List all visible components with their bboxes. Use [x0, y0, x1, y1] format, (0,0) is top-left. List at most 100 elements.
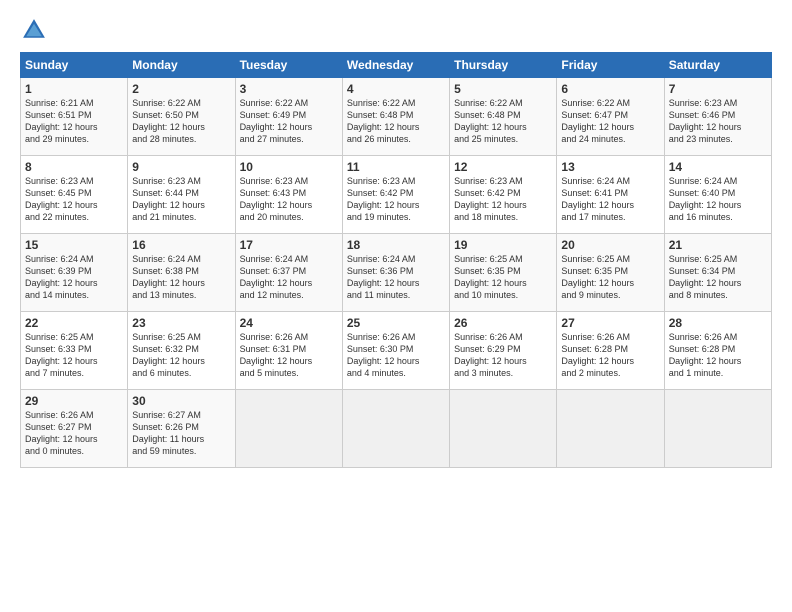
table-row: 8Sunrise: 6:23 AM Sunset: 6:45 PM Daylig…: [21, 156, 128, 234]
day-detail: Sunrise: 6:25 AM Sunset: 6:32 PM Dayligh…: [132, 331, 230, 380]
table-header-row: SundayMondayTuesdayWednesdayThursdayFrid…: [21, 53, 772, 78]
calendar-week-row: 22Sunrise: 6:25 AM Sunset: 6:33 PM Dayli…: [21, 312, 772, 390]
table-row: 4Sunrise: 6:22 AM Sunset: 6:48 PM Daylig…: [342, 78, 449, 156]
day-detail: Sunrise: 6:22 AM Sunset: 6:48 PM Dayligh…: [347, 97, 445, 146]
day-number: 7: [669, 82, 767, 96]
col-header-friday: Friday: [557, 53, 664, 78]
day-detail: Sunrise: 6:26 AM Sunset: 6:28 PM Dayligh…: [561, 331, 659, 380]
table-row: 23Sunrise: 6:25 AM Sunset: 6:32 PM Dayli…: [128, 312, 235, 390]
calendar-week-row: 29Sunrise: 6:26 AM Sunset: 6:27 PM Dayli…: [21, 390, 772, 468]
day-detail: Sunrise: 6:22 AM Sunset: 6:47 PM Dayligh…: [561, 97, 659, 146]
col-header-tuesday: Tuesday: [235, 53, 342, 78]
col-header-monday: Monday: [128, 53, 235, 78]
table-row: 18Sunrise: 6:24 AM Sunset: 6:36 PM Dayli…: [342, 234, 449, 312]
day-detail: Sunrise: 6:23 AM Sunset: 6:46 PM Dayligh…: [669, 97, 767, 146]
table-row: 7Sunrise: 6:23 AM Sunset: 6:46 PM Daylig…: [664, 78, 771, 156]
day-number: 18: [347, 238, 445, 252]
day-detail: Sunrise: 6:25 AM Sunset: 6:35 PM Dayligh…: [561, 253, 659, 302]
day-detail: Sunrise: 6:24 AM Sunset: 6:36 PM Dayligh…: [347, 253, 445, 302]
day-detail: Sunrise: 6:22 AM Sunset: 6:48 PM Dayligh…: [454, 97, 552, 146]
table-row: 11Sunrise: 6:23 AM Sunset: 6:42 PM Dayli…: [342, 156, 449, 234]
table-row: 17Sunrise: 6:24 AM Sunset: 6:37 PM Dayli…: [235, 234, 342, 312]
table-row: 15Sunrise: 6:24 AM Sunset: 6:39 PM Dayli…: [21, 234, 128, 312]
day-detail: Sunrise: 6:22 AM Sunset: 6:50 PM Dayligh…: [132, 97, 230, 146]
day-number: 8: [25, 160, 123, 174]
day-detail: Sunrise: 6:24 AM Sunset: 6:40 PM Dayligh…: [669, 175, 767, 224]
day-number: 12: [454, 160, 552, 174]
calendar-table: SundayMondayTuesdayWednesdayThursdayFrid…: [20, 52, 772, 468]
day-detail: Sunrise: 6:24 AM Sunset: 6:41 PM Dayligh…: [561, 175, 659, 224]
day-detail: Sunrise: 6:22 AM Sunset: 6:49 PM Dayligh…: [240, 97, 338, 146]
table-row: 21Sunrise: 6:25 AM Sunset: 6:34 PM Dayli…: [664, 234, 771, 312]
table-row: 2Sunrise: 6:22 AM Sunset: 6:50 PM Daylig…: [128, 78, 235, 156]
calendar-week-row: 8Sunrise: 6:23 AM Sunset: 6:45 PM Daylig…: [21, 156, 772, 234]
day-detail: Sunrise: 6:27 AM Sunset: 6:26 PM Dayligh…: [132, 409, 230, 458]
table-row: 19Sunrise: 6:25 AM Sunset: 6:35 PM Dayli…: [450, 234, 557, 312]
day-detail: Sunrise: 6:26 AM Sunset: 6:31 PM Dayligh…: [240, 331, 338, 380]
col-header-sunday: Sunday: [21, 53, 128, 78]
table-row: 14Sunrise: 6:24 AM Sunset: 6:40 PM Dayli…: [664, 156, 771, 234]
day-number: 23: [132, 316, 230, 330]
table-row: [235, 390, 342, 468]
day-number: 27: [561, 316, 659, 330]
day-number: 1: [25, 82, 123, 96]
day-number: 19: [454, 238, 552, 252]
table-row: 16Sunrise: 6:24 AM Sunset: 6:38 PM Dayli…: [128, 234, 235, 312]
table-row: 5Sunrise: 6:22 AM Sunset: 6:48 PM Daylig…: [450, 78, 557, 156]
day-detail: Sunrise: 6:25 AM Sunset: 6:35 PM Dayligh…: [454, 253, 552, 302]
col-header-thursday: Thursday: [450, 53, 557, 78]
day-detail: Sunrise: 6:26 AM Sunset: 6:29 PM Dayligh…: [454, 331, 552, 380]
day-number: 15: [25, 238, 123, 252]
day-detail: Sunrise: 6:25 AM Sunset: 6:33 PM Dayligh…: [25, 331, 123, 380]
day-number: 16: [132, 238, 230, 252]
day-detail: Sunrise: 6:21 AM Sunset: 6:51 PM Dayligh…: [25, 97, 123, 146]
calendar-week-row: 1Sunrise: 6:21 AM Sunset: 6:51 PM Daylig…: [21, 78, 772, 156]
table-row: 12Sunrise: 6:23 AM Sunset: 6:42 PM Dayli…: [450, 156, 557, 234]
table-row: 9Sunrise: 6:23 AM Sunset: 6:44 PM Daylig…: [128, 156, 235, 234]
logo: [20, 16, 52, 44]
table-row: 30Sunrise: 6:27 AM Sunset: 6:26 PM Dayli…: [128, 390, 235, 468]
table-row: 28Sunrise: 6:26 AM Sunset: 6:28 PM Dayli…: [664, 312, 771, 390]
table-row: 29Sunrise: 6:26 AM Sunset: 6:27 PM Dayli…: [21, 390, 128, 468]
day-number: 6: [561, 82, 659, 96]
table-row: 13Sunrise: 6:24 AM Sunset: 6:41 PM Dayli…: [557, 156, 664, 234]
day-detail: Sunrise: 6:24 AM Sunset: 6:38 PM Dayligh…: [132, 253, 230, 302]
day-number: 20: [561, 238, 659, 252]
table-row: [557, 390, 664, 468]
day-number: 21: [669, 238, 767, 252]
day-number: 4: [347, 82, 445, 96]
day-number: 28: [669, 316, 767, 330]
day-number: 24: [240, 316, 338, 330]
header-row: [20, 16, 772, 44]
day-detail: Sunrise: 6:23 AM Sunset: 6:42 PM Dayligh…: [454, 175, 552, 224]
table-row: 27Sunrise: 6:26 AM Sunset: 6:28 PM Dayli…: [557, 312, 664, 390]
day-number: 9: [132, 160, 230, 174]
calendar-week-row: 15Sunrise: 6:24 AM Sunset: 6:39 PM Dayli…: [21, 234, 772, 312]
day-detail: Sunrise: 6:26 AM Sunset: 6:30 PM Dayligh…: [347, 331, 445, 380]
day-detail: Sunrise: 6:23 AM Sunset: 6:45 PM Dayligh…: [25, 175, 123, 224]
calendar-container: SundayMondayTuesdayWednesdayThursdayFrid…: [0, 0, 792, 480]
day-number: 13: [561, 160, 659, 174]
day-number: 14: [669, 160, 767, 174]
day-number: 10: [240, 160, 338, 174]
table-row: 10Sunrise: 6:23 AM Sunset: 6:43 PM Dayli…: [235, 156, 342, 234]
day-detail: Sunrise: 6:23 AM Sunset: 6:42 PM Dayligh…: [347, 175, 445, 224]
logo-icon: [20, 16, 48, 44]
day-detail: Sunrise: 6:26 AM Sunset: 6:27 PM Dayligh…: [25, 409, 123, 458]
table-row: 22Sunrise: 6:25 AM Sunset: 6:33 PM Dayli…: [21, 312, 128, 390]
table-row: [450, 390, 557, 468]
table-row: 24Sunrise: 6:26 AM Sunset: 6:31 PM Dayli…: [235, 312, 342, 390]
day-detail: Sunrise: 6:26 AM Sunset: 6:28 PM Dayligh…: [669, 331, 767, 380]
day-detail: Sunrise: 6:24 AM Sunset: 6:39 PM Dayligh…: [25, 253, 123, 302]
table-row: 3Sunrise: 6:22 AM Sunset: 6:49 PM Daylig…: [235, 78, 342, 156]
day-number: 3: [240, 82, 338, 96]
day-number: 2: [132, 82, 230, 96]
table-row: 20Sunrise: 6:25 AM Sunset: 6:35 PM Dayli…: [557, 234, 664, 312]
day-number: 29: [25, 394, 123, 408]
day-number: 22: [25, 316, 123, 330]
day-number: 30: [132, 394, 230, 408]
day-detail: Sunrise: 6:23 AM Sunset: 6:44 PM Dayligh…: [132, 175, 230, 224]
day-number: 5: [454, 82, 552, 96]
table-row: [342, 390, 449, 468]
day-detail: Sunrise: 6:23 AM Sunset: 6:43 PM Dayligh…: [240, 175, 338, 224]
